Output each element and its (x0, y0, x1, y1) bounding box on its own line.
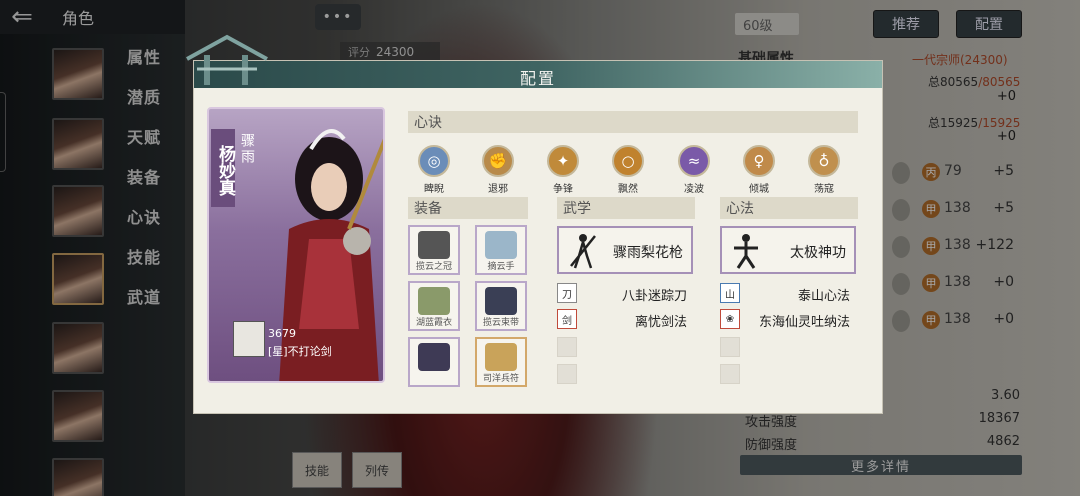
taiji-fighter-icon (734, 234, 758, 269)
inner-art-name: 泰山心法 (797, 289, 850, 304)
sword-icon: 剑 (557, 309, 577, 329)
equip-slot[interactable]: 湖蓝霞衣 (408, 281, 460, 331)
pavilion-decoration-icon (186, 34, 268, 85)
character-title: 骤雨 (239, 133, 255, 165)
equip-slot[interactable]: 司洋兵符 (475, 337, 527, 387)
equip-label: 揽云束带 (482, 318, 519, 328)
martial-art-row[interactable]: 剑 离忧剑法 (557, 309, 693, 331)
xinjue-label: 睥睨 (424, 184, 444, 195)
belt-icon (485, 287, 517, 315)
xinfa-section-header: 心法 (720, 197, 858, 219)
lotus-icon: ❀ (720, 309, 740, 329)
character-sect: [星]不打论剑 (268, 345, 332, 358)
main-inner-art[interactable]: 太极神功 (720, 226, 856, 274)
xinjue-item[interactable]: ♀ 倾城 (736, 145, 782, 195)
equip-slot[interactable]: 揽云之冠 (408, 225, 460, 275)
xinjue-item[interactable]: ✦ 争锋 (540, 145, 586, 195)
equip-label: 揽云之冠 (415, 262, 452, 272)
token-icon (485, 343, 517, 371)
main-inner-art-name: 太极神功 (790, 245, 846, 261)
xinjue-item[interactable]: ○ 飘然 (605, 145, 651, 195)
character-illustration (279, 129, 383, 381)
figure-icon: ♀ (743, 145, 775, 177)
xinjue-label: 荡寇 (814, 184, 834, 195)
empty-skill-slot[interactable] (557, 337, 577, 357)
martial-art-name: 离忧剑法 (634, 315, 687, 330)
blade-icon: 刀 (557, 283, 577, 303)
xinjue-item[interactable]: ♁ 荡寇 (801, 145, 847, 195)
character-name: 杨妙真 (211, 129, 235, 207)
ring-icon: ○ (612, 145, 644, 177)
mountain-icon: 山 (720, 283, 740, 303)
fist-icon: ✊ (482, 145, 514, 177)
xinjue-label: 争锋 (553, 184, 573, 195)
boots-icon (418, 343, 450, 371)
empty-skill-slot[interactable] (557, 364, 577, 384)
main-martial-art[interactable]: 骤雨梨花枪 (557, 226, 693, 274)
equip-label: 摘云手 (487, 262, 515, 272)
xinjue-label: 飘然 (618, 184, 638, 195)
config-modal: 配置 杨妙真 骤雨 3679 [星]不打论剑 心诀 ◎ 睥睨 ✊ 退邪 ✦ 争锋 ○ 飘… (186, 34, 883, 414)
equip-slot[interactable] (408, 337, 460, 387)
character-card[interactable]: 杨妙真 骤雨 3679 [星]不打论剑 (207, 107, 385, 383)
inner-art-row[interactable]: ❀ 东海仙灵吐纳法 (720, 309, 856, 331)
xinjue-item[interactable]: ✊ 退邪 (475, 145, 521, 195)
crown-icon (418, 231, 450, 259)
strike-icon: ✦ (547, 145, 579, 177)
mini-avatar (233, 321, 265, 357)
wave-icon: ≈ (678, 145, 710, 177)
modal-header: 配置 (194, 61, 882, 88)
equip-label: 湖蓝霞衣 (415, 318, 452, 328)
bell-icon: ♁ (808, 145, 840, 177)
martial-art-name: 八卦迷踪刀 (621, 289, 687, 304)
xinjue-label: 倾城 (749, 184, 769, 195)
spear-fighter-icon (570, 234, 596, 269)
xinjue-section-header: 心诀 (408, 111, 858, 133)
gauntlet-icon (485, 231, 517, 259)
inner-art-row[interactable]: 山 泰山心法 (720, 283, 856, 305)
equip-slot[interactable]: 揽云束带 (475, 281, 527, 331)
inner-art-name: 东海仙灵吐纳法 (758, 315, 850, 330)
xinjue-label: 退邪 (488, 184, 508, 195)
martial-art-row[interactable]: 刀 八卦迷踪刀 (557, 283, 693, 305)
main-martial-art-name: 骤雨梨花枪 (613, 245, 683, 261)
character-score: 3679 (268, 327, 296, 340)
swirl-icon: ◎ (418, 145, 450, 177)
robe-icon (418, 287, 450, 315)
equip-slot[interactable]: 摘云手 (475, 225, 527, 275)
empty-skill-slot[interactable] (720, 364, 740, 384)
empty-skill-slot[interactable] (720, 337, 740, 357)
equip-section-header: 装备 (408, 197, 528, 219)
modal-title: 配置 (519, 69, 556, 88)
equip-label: 司洋兵符 (482, 374, 519, 384)
wuxue-section-header: 武学 (557, 197, 695, 219)
xinjue-item[interactable]: ◎ 睥睨 (411, 145, 457, 195)
xinjue-label: 凌波 (684, 184, 704, 195)
xinjue-item[interactable]: ≈ 凌波 (671, 145, 717, 195)
